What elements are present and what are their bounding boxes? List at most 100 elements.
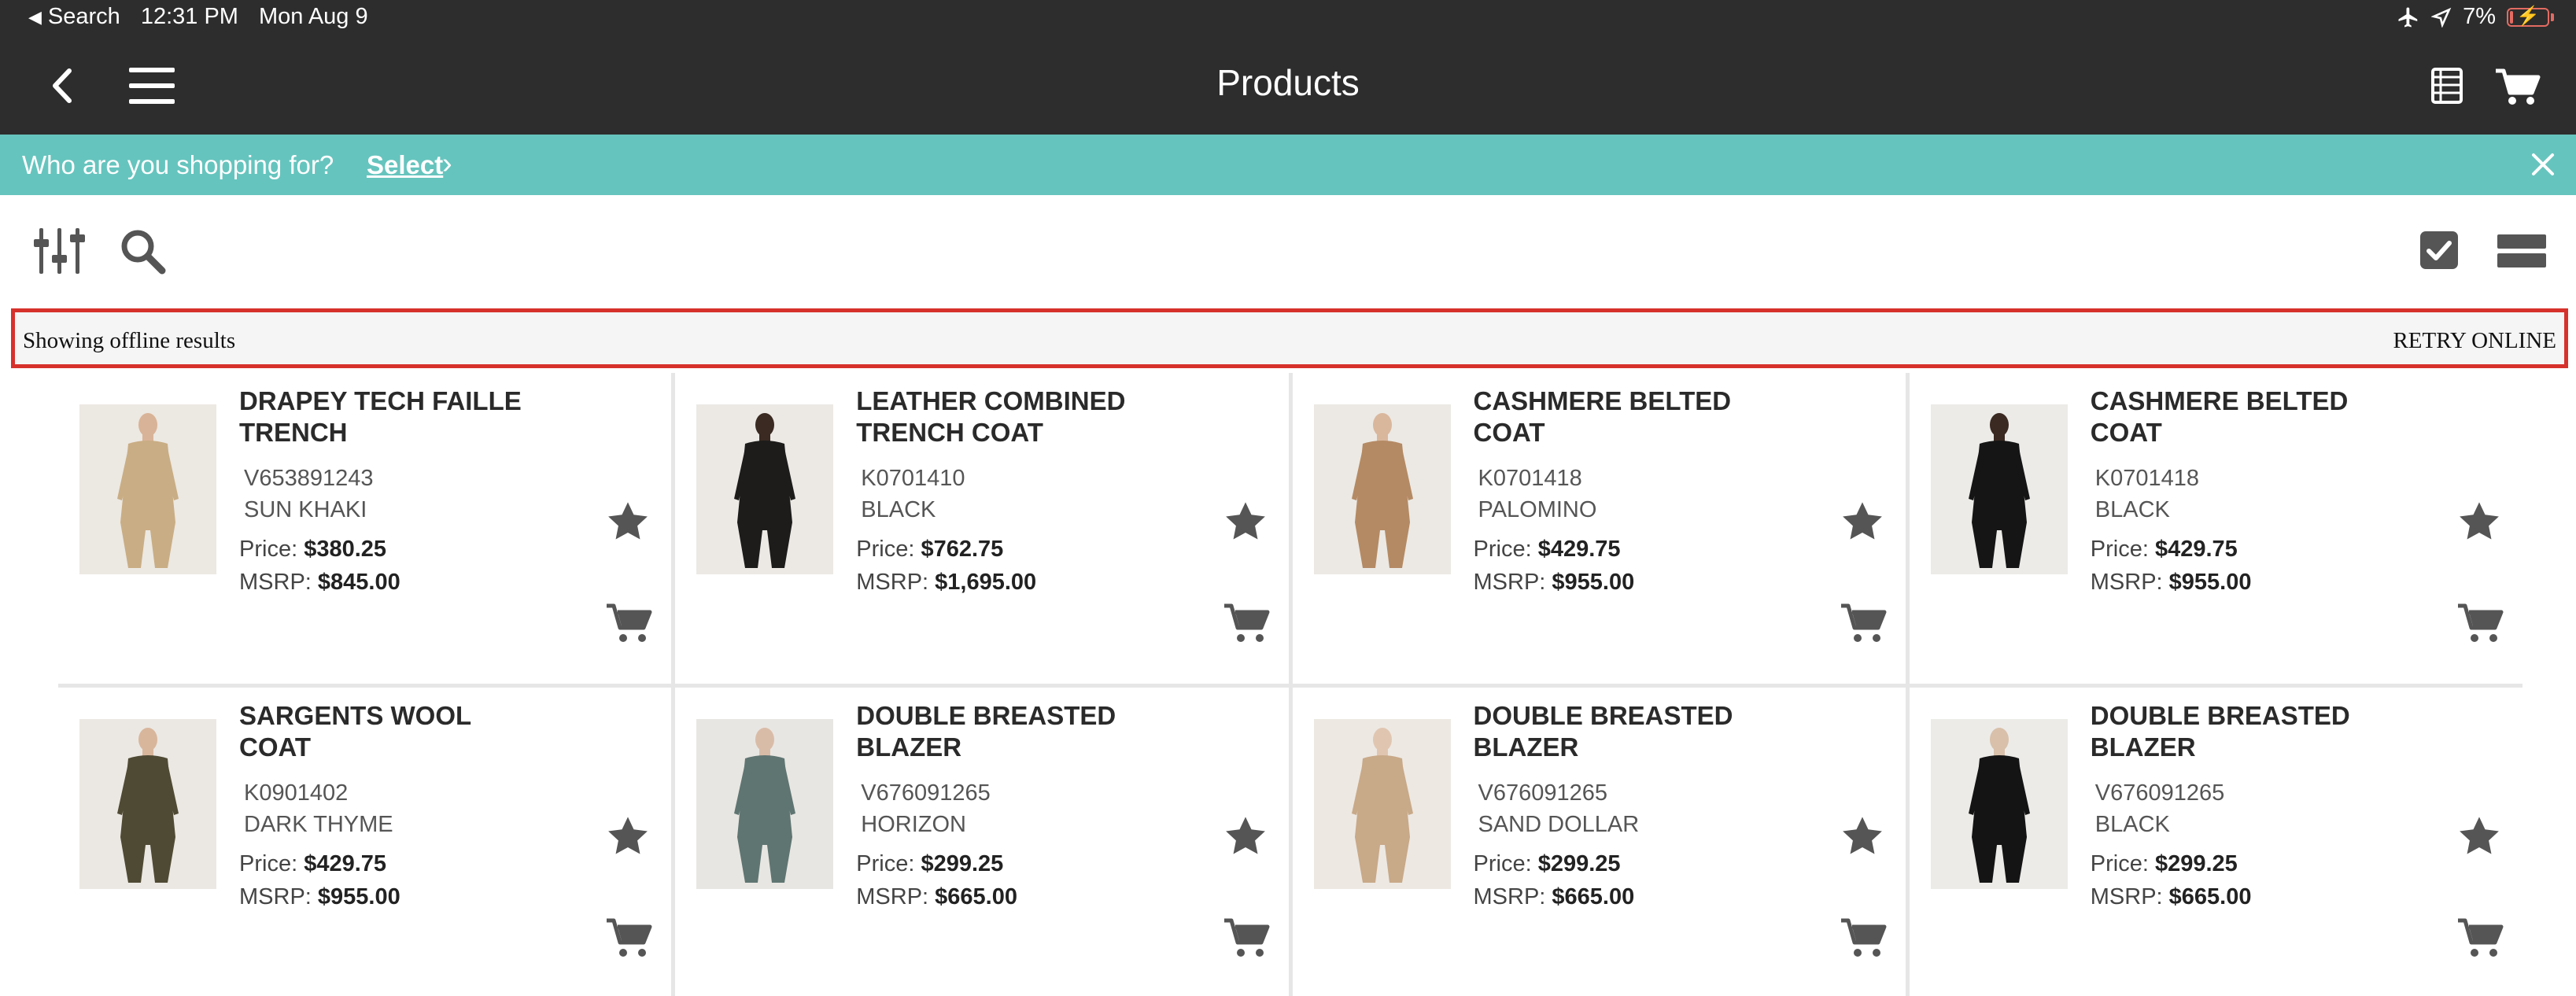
price-label: Price: xyxy=(239,851,298,876)
product-name[interactable]: CASHMERE BELTED COAT xyxy=(2091,385,2374,448)
product-card[interactable]: SARGENTS WOOL COAT K0901402 DARK THYME P… xyxy=(58,688,672,996)
select-checkbox-icon[interactable] xyxy=(2419,230,2460,271)
product-name[interactable]: DRAPEY TECH FAILLE TRENCH xyxy=(239,385,522,448)
product-sku: V653891243 xyxy=(244,466,374,491)
msrp-label: MSRP: xyxy=(2090,570,2163,595)
offline-message: Showing offline results xyxy=(23,328,236,353)
msrp-label: MSRP: xyxy=(856,884,929,909)
star-icon[interactable] xyxy=(2456,499,2502,544)
list-icon[interactable] xyxy=(2420,58,2475,113)
shopping-for-banner: Who are you shopping for? Select › xyxy=(0,135,2576,195)
add-to-cart-icon[interactable] xyxy=(1840,916,1888,960)
product-name[interactable]: DOUBLE BREASTED BLAZER xyxy=(1474,700,1757,763)
star-icon[interactable] xyxy=(1223,499,1268,544)
battery-percent: 7% xyxy=(2463,4,2496,29)
product-name[interactable]: DOUBLE BREASTED BLAZER xyxy=(2091,700,2374,763)
product-color: SUN KHAKI xyxy=(244,497,367,522)
status-back-app[interactable]: Search xyxy=(48,4,120,30)
price-label: Price: xyxy=(856,851,915,876)
product-sku: K0701418 xyxy=(1478,466,1582,491)
msrp-value: $1,695.00 xyxy=(935,570,1037,595)
product-image[interactable] xyxy=(1930,719,2068,889)
add-to-cart-icon[interactable] xyxy=(2456,601,2505,645)
product-msrp: MSRP: $665.00 xyxy=(1474,884,1635,910)
msrp-value: $955.00 xyxy=(2168,570,2252,595)
star-icon[interactable] xyxy=(1840,813,1885,859)
product-price: Price: $429.75 xyxy=(2091,537,2238,563)
product-image[interactable] xyxy=(79,719,216,889)
price-label: Price: xyxy=(856,537,915,562)
product-sku: V676091265 xyxy=(2094,780,2225,806)
product-sku: V676091265 xyxy=(1478,780,1608,806)
product-image[interactable] xyxy=(79,404,216,574)
status-date: Mon Aug 9 xyxy=(258,4,368,29)
product-name[interactable]: SARGENTS WOOL COAT xyxy=(239,700,522,763)
product-image[interactable] xyxy=(1930,404,2068,574)
product-image[interactable] xyxy=(1313,404,1451,574)
location-arrow-icon xyxy=(2431,7,2452,28)
star-icon[interactable] xyxy=(605,813,651,859)
product-price: Price: $299.25 xyxy=(1474,851,1621,877)
product-color: HORIZON xyxy=(861,812,966,837)
product-msrp: MSRP: $955.00 xyxy=(239,884,400,910)
product-card[interactable]: CASHMERE BELTED COAT K0701418 PALOMINO P… xyxy=(1292,373,1906,684)
filter-sliders-icon[interactable] xyxy=(33,225,85,277)
product-image[interactable] xyxy=(696,404,834,574)
banner-question: Who are you shopping for? xyxy=(22,150,334,179)
product-color: BLACK xyxy=(861,497,936,522)
product-msrp: MSRP: $955.00 xyxy=(2091,570,2252,596)
price-value: $429.75 xyxy=(2154,537,2238,562)
price-value: $299.25 xyxy=(1537,851,1621,876)
product-name[interactable]: LEATHER COMBINED TRENCH COAT xyxy=(856,385,1139,448)
msrp-label: MSRP: xyxy=(856,570,929,595)
add-to-cart-icon[interactable] xyxy=(605,916,654,960)
msrp-label: MSRP: xyxy=(1473,570,1546,595)
product-sku: K0901402 xyxy=(244,780,349,806)
msrp-label: MSRP: xyxy=(2090,884,2163,909)
product-color: BLACK xyxy=(2094,812,2170,837)
price-label: Price: xyxy=(1473,851,1532,876)
list-view-icon[interactable] xyxy=(2497,234,2546,269)
product-image[interactable] xyxy=(1313,719,1451,889)
price-value: $380.25 xyxy=(304,537,387,562)
product-name[interactable]: CASHMERE BELTED COAT xyxy=(1474,385,1757,448)
product-name[interactable]: DOUBLE BREASTED BLAZER xyxy=(856,700,1139,763)
chevron-right-icon[interactable]: › xyxy=(442,147,452,181)
product-image[interactable] xyxy=(696,719,834,889)
star-icon[interactable] xyxy=(1223,813,1268,859)
price-value: $762.75 xyxy=(921,537,1004,562)
add-to-cart-icon[interactable] xyxy=(1223,601,1271,645)
add-to-cart-icon[interactable] xyxy=(1223,916,1271,960)
airplane-icon xyxy=(2398,7,2418,27)
add-to-cart-icon[interactable] xyxy=(1840,601,1888,645)
back-triangle-icon[interactable]: ◀ xyxy=(28,7,42,28)
battery-charging-icon: ⚡ xyxy=(2507,6,2549,27)
cart-icon[interactable] xyxy=(2491,58,2546,113)
product-card[interactable]: DOUBLE BREASTED BLAZER V676091265 SAND D… xyxy=(1292,688,1906,996)
product-card[interactable]: LEATHER COMBINED TRENCH COAT K0701410 BL… xyxy=(675,373,1289,684)
offline-results-bar: Showing offline results RETRY ONLINE xyxy=(11,308,2568,368)
msrp-value: $665.00 xyxy=(935,884,1017,909)
product-msrp: MSRP: $955.00 xyxy=(1474,570,1635,596)
star-icon[interactable] xyxy=(2456,813,2502,859)
product-card[interactable]: DOUBLE BREASTED BLAZER V676091265 BLACK … xyxy=(1909,688,2522,996)
select-customer-link[interactable]: Select xyxy=(367,150,443,180)
status-bar: ◀ Search 12:31 PM Mon Aug 9 7% ⚡ xyxy=(0,0,2576,36)
top-bar: ◀ Search 12:31 PM Mon Aug 9 7% ⚡ Product… xyxy=(0,0,2576,135)
add-to-cart-icon[interactable] xyxy=(2456,916,2505,960)
search-icon[interactable] xyxy=(118,227,167,275)
product-card[interactable]: DRAPEY TECH FAILLE TRENCH V653891243 SUN… xyxy=(58,373,672,684)
msrp-value: $955.00 xyxy=(1552,570,1635,595)
price-value: $299.25 xyxy=(921,851,1004,876)
product-card[interactable]: DOUBLE BREASTED BLAZER V676091265 HORIZO… xyxy=(675,688,1289,996)
product-price: Price: $299.25 xyxy=(856,851,1003,877)
star-icon[interactable] xyxy=(1840,499,1885,544)
product-price: Price: $380.25 xyxy=(239,537,386,563)
msrp-label: MSRP: xyxy=(1473,884,1546,909)
msrp-value: $665.00 xyxy=(2168,884,2252,909)
product-card[interactable]: CASHMERE BELTED COAT K0701418 BLACK Pric… xyxy=(1909,373,2522,684)
star-icon[interactable] xyxy=(605,499,651,544)
close-icon[interactable] xyxy=(2527,149,2559,180)
add-to-cart-icon[interactable] xyxy=(605,601,654,645)
retry-online-button[interactable]: RETRY ONLINE xyxy=(2393,328,2556,354)
